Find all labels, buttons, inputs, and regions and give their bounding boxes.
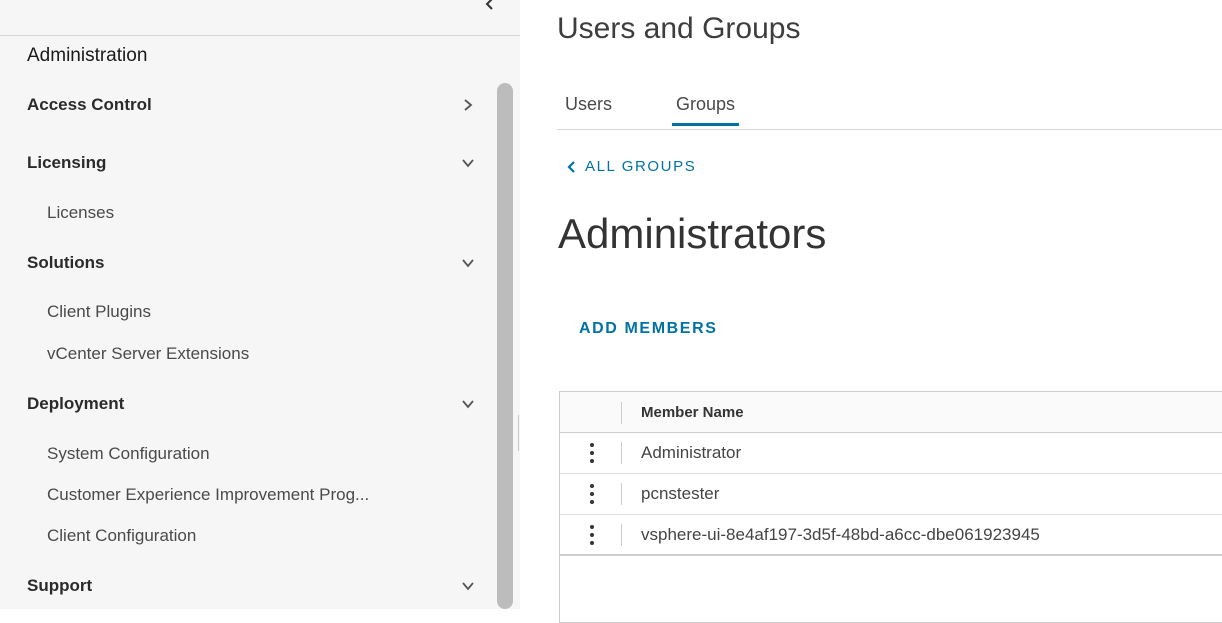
chevron-down-icon [462,159,474,168]
member-name-cell: vsphere-ui-8e4af197-3d5f-48bd-a6cc-dbe06… [641,525,1040,544]
member-name-cell: pcnstester [641,484,720,503]
page-title: Users and Groups [557,12,801,45]
add-members-button[interactable]: ADD MEMBERS [579,320,718,338]
nav-item-client-plugins[interactable]: Client Plugins [47,297,475,327]
chevron-right-icon [464,99,473,111]
nav-item-system-configuration[interactable]: System Configuration [47,439,475,469]
column-separator [621,402,622,424]
collapse-sidebar-button[interactable] [478,0,502,16]
nav-item-licenses[interactable]: Licenses [47,198,475,228]
row-actions-button[interactable] [582,523,602,547]
nav-section-label: Licensing [27,153,107,172]
nav-section-support[interactable]: Support [27,568,475,604]
sidebar-title: Administration [27,45,148,66]
sidebar-divider [0,35,520,36]
column-separator [621,483,622,505]
chevron-left-icon [485,0,493,10]
column-separator [621,442,622,464]
row-actions-button[interactable] [582,482,602,506]
back-to-all-groups-link[interactable]: ALL GROUPS [567,158,696,175]
table-row: Administrator [560,433,1222,474]
group-title: Administrators [558,210,827,257]
nav-section-licensing[interactable]: Licensing [27,145,475,181]
tab-users[interactable]: Users [565,94,612,123]
table-row: vsphere-ui-8e4af197-3d5f-48bd-a6cc-dbe06… [560,515,1222,556]
chevron-left-icon [567,160,575,173]
chevron-down-icon [462,259,474,268]
vertical-ellipsis-icon [590,525,594,545]
nav-section-deployment[interactable]: Deployment [27,386,475,422]
nav-item-customer-experience-improvement[interactable]: Customer Experience Improvement Prog... [47,480,475,510]
nav-section-label: Solutions [27,253,105,272]
main-content: Users and Groups Users Groups ALL GROUPS… [521,0,1222,623]
nav-section-access-control[interactable]: Access Control [27,87,475,123]
table-row: pcnstester [560,474,1222,515]
nav-section-solutions[interactable]: Solutions [27,245,475,281]
chevron-down-icon [462,400,474,409]
nav-item-client-configuration[interactable]: Client Configuration [47,521,475,551]
pane-resize-handle[interactable] [518,415,520,451]
row-actions-button[interactable] [582,441,602,465]
vertical-ellipsis-icon [590,443,594,463]
table-header: Member Name [560,392,1222,433]
member-name-cell: Administrator [641,443,742,462]
back-link-label: ALL GROUPS [585,158,697,175]
sidebar-scrollbar-thumb[interactable] [497,83,513,609]
sidebar: Administration Access Control Licensing … [0,0,520,609]
tab-groups[interactable]: Groups [672,94,740,126]
members-table: Member Name Administrator pcnstester vsp… [559,391,1222,623]
nav-section-label: Support [27,576,93,595]
nav-section-label: Access Control [27,95,152,114]
tab-bar: Users Groups [557,88,1222,130]
chevron-down-icon [462,582,474,591]
column-header-member-name[interactable]: Member Name [641,404,744,421]
vertical-ellipsis-icon [590,484,594,504]
column-separator [621,524,622,546]
nav-section-label: Deployment [27,394,125,413]
nav-item-vcenter-server-extensions[interactable]: vCenter Server Extensions [47,339,475,369]
